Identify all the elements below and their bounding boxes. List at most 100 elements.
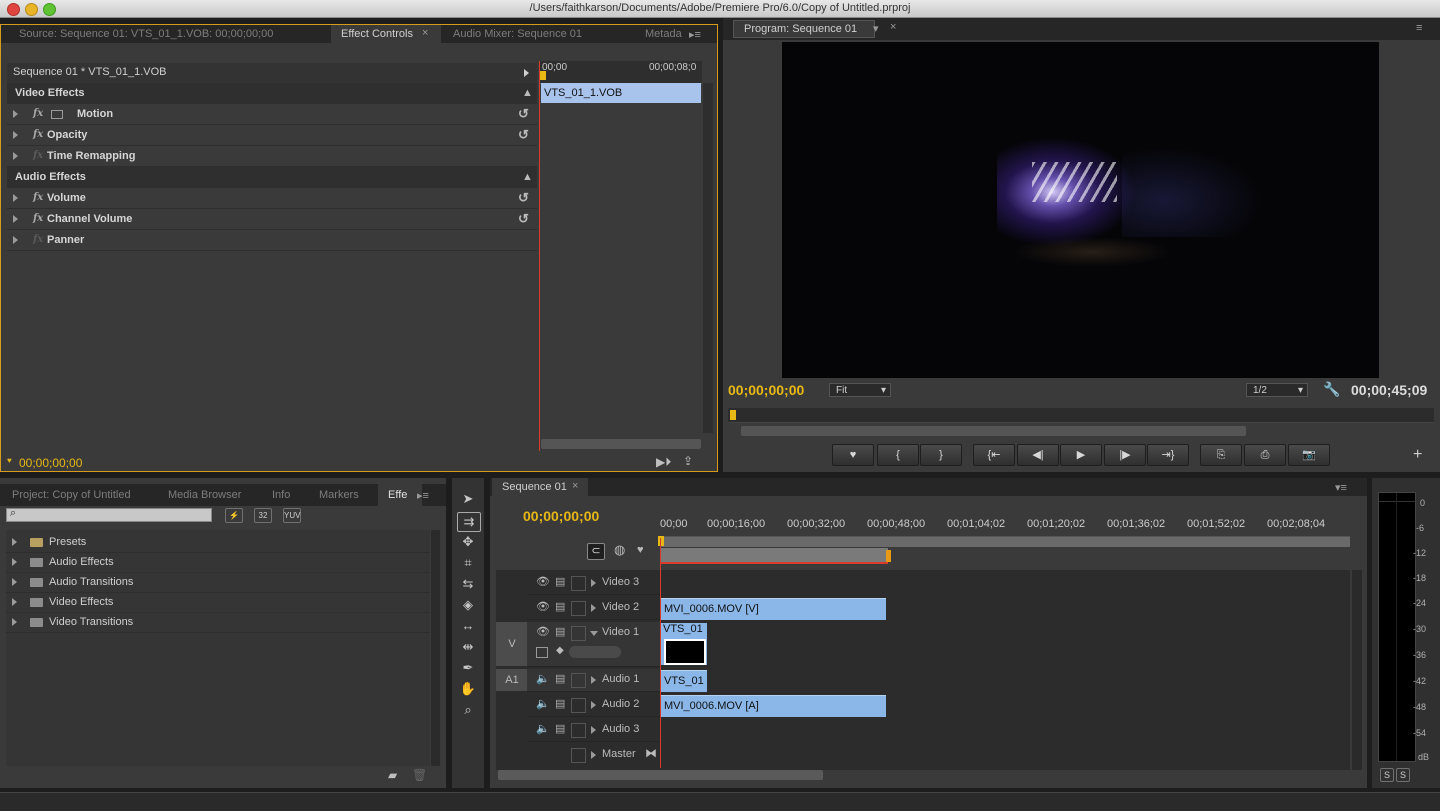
effect-row-channel-volume[interactable]: fx Channel Volume ↺: [7, 209, 537, 230]
track-header-video1[interactable]: 👁 ▤ Video 1 ◆: [527, 622, 660, 667]
expand-triangle-icon[interactable]: [12, 598, 17, 606]
effects-vertical-scrollbar[interactable]: [431, 530, 440, 766]
lock-toggle[interactable]: [571, 601, 586, 616]
clip-a2[interactable]: MVI_0006.MOV [A]: [661, 695, 886, 717]
lock-toggle[interactable]: [571, 673, 586, 688]
close-tab-icon[interactable]: ×: [422, 27, 428, 39]
timeline-ruler[interactable]: 00;00 00;00;16;00 00;00;32;00 00;00;48;0…: [660, 516, 1350, 537]
tree-item-presets[interactable]: Presets: [6, 532, 430, 553]
filmstrip-icon[interactable]: ▤: [555, 672, 565, 685]
close-tab-icon[interactable]: ×: [572, 480, 578, 492]
program-zoom-scrollbar[interactable]: [741, 426, 1246, 436]
fit-select[interactable]: Fit ▾: [829, 383, 891, 397]
panel-menu-icon[interactable]: ▸≡: [689, 28, 701, 41]
new-bin-icon[interactable]: ▰: [388, 768, 397, 782]
hand-tool-icon[interactable]: ✋: [457, 680, 479, 698]
display-style-icon[interactable]: [536, 647, 548, 658]
rolling-edit-tool-icon[interactable]: ⌗: [457, 554, 479, 572]
export-icon[interactable]: ⇪: [683, 454, 693, 468]
source-video-toggle[interactable]: V: [496, 622, 528, 666]
track-header-audio3[interactable]: 🔈 ▤ Audio 3: [527, 719, 660, 742]
pen-tool-icon[interactable]: ✒: [457, 659, 479, 677]
lock-toggle[interactable]: [571, 698, 586, 713]
add-button-icon[interactable]: +: [1413, 446, 1422, 464]
tab-project[interactable]: Project: Copy of Untitled: [2, 484, 162, 506]
expand-triangle-icon[interactable]: [591, 579, 596, 587]
clip-a1[interactable]: VTS_01: [661, 670, 707, 692]
playhead-marker-icon[interactable]: [730, 410, 736, 420]
filmstrip-icon[interactable]: ▤: [555, 575, 565, 588]
lock-toggle[interactable]: [571, 723, 586, 738]
fx-icon[interactable]: fx: [33, 104, 43, 124]
expand-triangle-icon[interactable]: [591, 701, 596, 709]
expand-triangle-icon[interactable]: [13, 131, 18, 139]
go-to-out-button[interactable]: ⇥}: [1147, 444, 1189, 466]
tab-effects[interactable]: Effe: [378, 484, 422, 506]
effect-timeline-ruler[interactable]: 00;00 00;00;08;0: [539, 61, 702, 84]
export-frame-button[interactable]: 📷: [1288, 444, 1330, 466]
filmstrip-icon[interactable]: ▤: [555, 600, 565, 613]
expand-triangle-icon[interactable]: [13, 152, 18, 160]
source-audio-toggle[interactable]: A1: [496, 669, 528, 691]
speaker-icon[interactable]: 🔈: [536, 697, 550, 710]
fx-icon[interactable]: fx: [33, 209, 43, 229]
program-scrub-bar[interactable]: [728, 408, 1434, 423]
expand-timeline-icon[interactable]: [524, 69, 529, 77]
close-tab-icon[interactable]: ×: [890, 21, 896, 33]
expand-triangle-icon[interactable]: [13, 236, 18, 244]
program-video-frame[interactable]: [782, 42, 1379, 378]
effect-row-motion[interactable]: fx Motion ↺: [7, 104, 537, 125]
add-marker-button[interactable]: ♥: [832, 444, 874, 466]
effect-timecode[interactable]: 00;00;00;00: [19, 456, 82, 470]
expand-triangle-icon[interactable]: [591, 604, 596, 612]
play-button[interactable]: ▶: [1060, 444, 1102, 466]
expand-triangle-icon[interactable]: [591, 676, 596, 684]
clip-v1[interactable]: VTS_01: [661, 623, 707, 665]
effect-row-volume[interactable]: fx Volume ↺: [7, 188, 537, 209]
ripple-edit-tool-icon[interactable]: ✥: [457, 533, 479, 551]
timeline-horizontal-scrollbar[interactable]: [498, 770, 823, 780]
tab-audio-mixer[interactable]: Audio Mixer: Sequence 01: [443, 25, 633, 43]
filmstrip-icon[interactable]: ▤: [555, 722, 565, 735]
track-select-tool-icon[interactable]: ⇉: [457, 512, 481, 532]
tab-media-browser[interactable]: Media Browser: [158, 484, 268, 506]
play-audio-icon[interactable]: ▶⏵: [656, 455, 671, 470]
mark-out-button[interactable]: }: [920, 444, 962, 466]
collapse-section-icon[interactable]: ▲: [522, 83, 533, 103]
fx-icon[interactable]: fx: [33, 188, 43, 208]
tree-item-video-effects[interactable]: Video Effects: [6, 592, 430, 613]
filmstrip-icon[interactable]: ▤: [555, 697, 565, 710]
expand-triangle-icon[interactable]: [12, 558, 17, 566]
lift-button[interactable]: ⎘: [1200, 444, 1242, 466]
fx-icon[interactable]: fx: [33, 125, 43, 145]
speaker-icon[interactable]: 🔈: [536, 672, 550, 685]
collapse-section-icon[interactable]: ▲: [522, 167, 533, 187]
track-header-video3[interactable]: 👁 ▤ Video 3: [527, 572, 660, 595]
effect-clip-bar[interactable]: VTS_01_1.VOB: [541, 83, 701, 103]
eye-icon[interactable]: 👁: [536, 575, 550, 588]
resolution-select[interactable]: 1/2 ▾: [1246, 383, 1308, 397]
wrench-icon[interactable]: 🔧: [1323, 381, 1340, 398]
clip-v2[interactable]: MVI_0006.MOV [V]: [661, 598, 886, 620]
tab-source[interactable]: Source: Sequence 01: VTS_01_1.VOB: 00;00…: [9, 25, 329, 43]
razor-tool-icon[interactable]: ◈: [457, 596, 479, 614]
snap-icon[interactable]: ⊂: [587, 543, 605, 560]
keyframe-icon[interactable]: ◆: [556, 645, 564, 656]
close-window-button[interactable]: [7, 3, 20, 16]
lock-toggle[interactable]: [571, 626, 586, 641]
panel-menu-icon[interactable]: ≡: [1416, 22, 1422, 34]
speaker-icon[interactable]: 🔈: [536, 722, 550, 735]
tree-item-video-transitions[interactable]: Video Transitions: [6, 612, 430, 633]
slip-tool-icon[interactable]: ↔: [457, 617, 479, 635]
tree-item-audio-transitions[interactable]: Audio Transitions: [6, 572, 430, 593]
effect-horizontal-scrollbar[interactable]: [541, 439, 701, 449]
32bit-effects-button[interactable]: 32: [254, 508, 272, 523]
lock-toggle[interactable]: [571, 576, 586, 591]
program-current-timecode[interactable]: 00;00;00;00: [728, 382, 804, 398]
accelerated-effects-icon[interactable]: ⚡: [225, 508, 243, 523]
go-to-in-button[interactable]: {⇤: [973, 444, 1015, 466]
reset-icon[interactable]: ↺: [518, 209, 529, 229]
expand-triangle-icon[interactable]: [13, 194, 18, 202]
eye-icon[interactable]: 👁: [536, 625, 550, 638]
reset-icon[interactable]: ↺: [518, 104, 529, 124]
